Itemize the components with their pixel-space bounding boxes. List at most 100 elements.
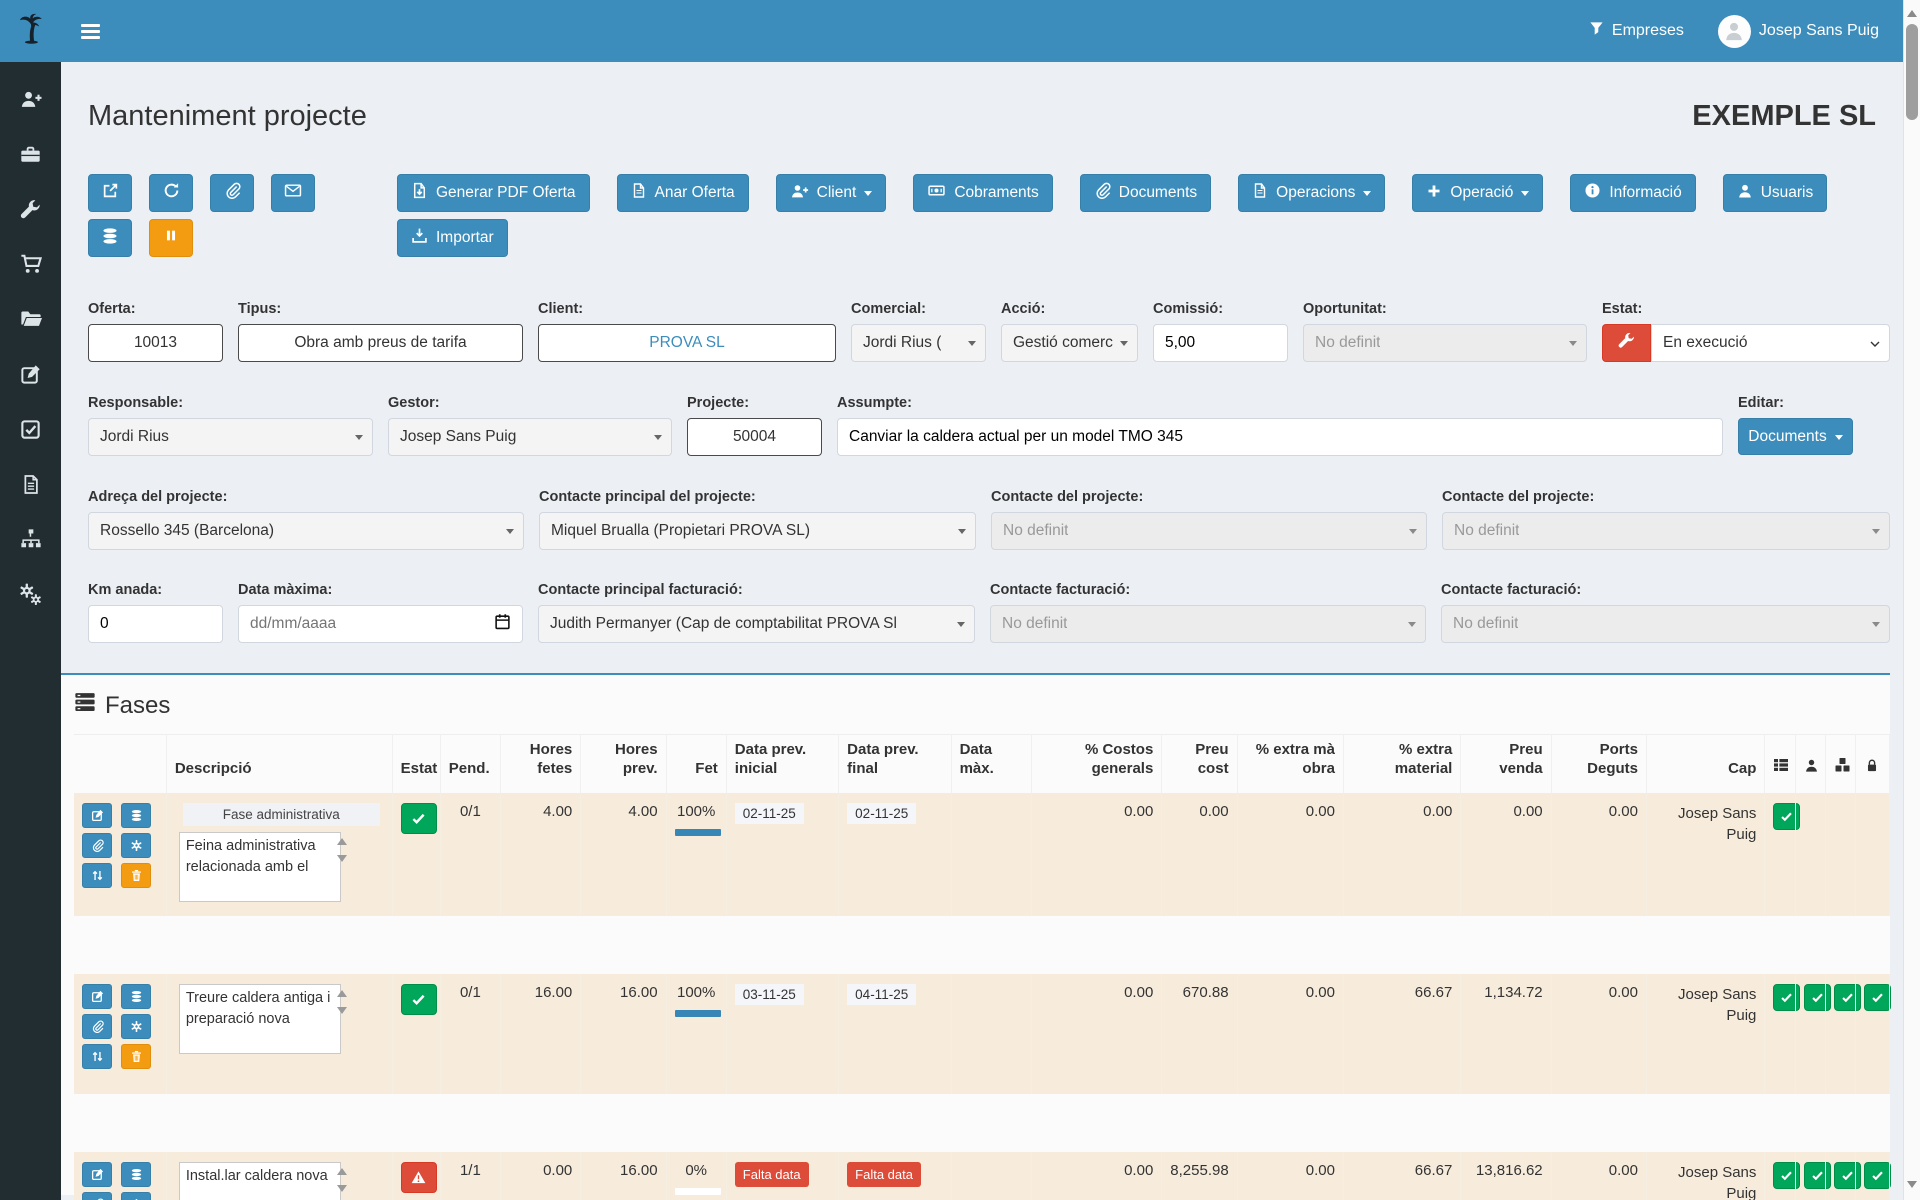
fase-description-textarea[interactable]: Instal.lar caldera nova bbox=[179, 1162, 341, 1200]
sidebar-item-feines[interactable] bbox=[0, 129, 61, 184]
projecte-field[interactable]: 50004 bbox=[687, 418, 822, 456]
contacte-principal-projecte-select[interactable]: Miquel Brualla (Propietari PROVA SL) bbox=[539, 512, 976, 550]
adreca-select[interactable]: Rossello 345 (Barcelona) bbox=[88, 512, 524, 550]
comercial-select[interactable]: Jordi Rius ( bbox=[851, 324, 986, 362]
row-database-button[interactable] bbox=[121, 984, 151, 1009]
generar-pdf-oferta-button[interactable]: Generar PDF Oferta bbox=[397, 174, 590, 212]
attach-button[interactable] bbox=[210, 174, 254, 212]
documents-button[interactable]: Documents bbox=[1080, 174, 1211, 212]
assumpte-input[interactable] bbox=[837, 418, 1723, 456]
arrow-down-icon bbox=[337, 855, 347, 867]
row-attach-button[interactable] bbox=[82, 1014, 112, 1039]
app-logo[interactable] bbox=[0, 0, 61, 62]
km-anada-input[interactable] bbox=[88, 605, 223, 643]
sidebar-item-projectes[interactable] bbox=[0, 294, 61, 349]
estat-select[interactable]: En execució bbox=[1651, 324, 1890, 362]
vertical-scrollbar[interactable] bbox=[1903, 0, 1920, 1200]
row-delete-button[interactable] bbox=[121, 863, 151, 888]
share-button[interactable] bbox=[88, 174, 132, 212]
comissio-input[interactable] bbox=[1153, 324, 1288, 362]
stepper-arrows[interactable] bbox=[337, 1163, 347, 1197]
nova-operacio-dropdown-button[interactable]: Operació bbox=[1412, 174, 1543, 212]
arrow-up-icon bbox=[337, 1163, 347, 1175]
list-icon bbox=[74, 691, 96, 720]
falta-data-badge[interactable]: Falta data bbox=[847, 1162, 921, 1187]
gestor-select[interactable]: Josep Sans Puig bbox=[388, 418, 672, 456]
row-edit-button[interactable] bbox=[82, 803, 112, 828]
contacte-projecte-2-select[interactable]: No definit bbox=[1442, 512, 1890, 550]
row-settings-button[interactable] bbox=[121, 1192, 151, 1200]
informacio-button[interactable]: Informació bbox=[1570, 174, 1695, 212]
check-button[interactable] bbox=[1864, 1162, 1891, 1189]
sidebar-item-tasques[interactable] bbox=[0, 404, 61, 459]
estat-warning-button[interactable] bbox=[401, 1162, 437, 1193]
refresh-button[interactable] bbox=[149, 174, 193, 212]
row-attach-button[interactable] bbox=[82, 1192, 112, 1200]
scroll-up-arrow[interactable] bbox=[1907, 5, 1917, 17]
scrollbar-thumb[interactable] bbox=[1906, 24, 1918, 120]
database-button[interactable] bbox=[88, 219, 132, 257]
row-sort-button[interactable] bbox=[82, 863, 112, 888]
user-menu[interactable]: Josep Sans Puig bbox=[1718, 15, 1879, 48]
row-edit-button[interactable] bbox=[82, 1162, 112, 1187]
cobraments-button[interactable]: Cobraments bbox=[913, 174, 1052, 212]
fase-row-3: Instal.lar caldera nova 1/1 0.00 16.00 0… bbox=[74, 1152, 1890, 1200]
fase-description-textarea[interactable]: Feina administrativa relacionada amb el bbox=[179, 832, 341, 902]
row-settings-button[interactable] bbox=[121, 1014, 151, 1039]
operacions-dropdown-button[interactable]: Operacions bbox=[1238, 174, 1385, 212]
sidebar-item-organitzacio[interactable] bbox=[0, 514, 61, 569]
sidebar-item-configuracio[interactable] bbox=[0, 569, 61, 624]
estat-wrench-button[interactable] bbox=[1602, 324, 1651, 362]
folder-open-icon bbox=[20, 308, 42, 335]
row-sort-button[interactable] bbox=[82, 1044, 112, 1069]
sidebar-item-compres[interactable] bbox=[0, 239, 61, 294]
falta-data-badge[interactable]: Falta data bbox=[735, 1162, 809, 1187]
estat-ok-button[interactable] bbox=[401, 803, 437, 834]
data-final-chip[interactable]: 04-11-25 bbox=[847, 984, 916, 1005]
col-preu-cost: Preu cost bbox=[1162, 735, 1237, 793]
data-final-chip[interactable]: 02-11-25 bbox=[847, 803, 916, 824]
row-settings-button[interactable] bbox=[121, 833, 151, 858]
scroll-down-arrow[interactable] bbox=[1907, 1181, 1917, 1193]
col-costos-generals: % Costos generals bbox=[1031, 735, 1161, 793]
check-button[interactable] bbox=[1864, 984, 1891, 1011]
editar-documents-dropdown[interactable]: Documents bbox=[1738, 418, 1853, 455]
pause-button[interactable] bbox=[149, 219, 193, 257]
usuaris-button[interactable]: Usuaris bbox=[1723, 174, 1828, 212]
sidebar-item-documents[interactable] bbox=[0, 459, 61, 514]
row-database-button[interactable] bbox=[121, 803, 151, 828]
contacte-projecte-1-select[interactable]: No definit bbox=[991, 512, 1427, 550]
cap-value: Josep Sans Puig bbox=[1646, 974, 1764, 1094]
responsable-select[interactable]: Jordi Rius bbox=[88, 418, 373, 456]
row-delete-button[interactable] bbox=[121, 1044, 151, 1069]
sidebar-item-eines[interactable] bbox=[0, 184, 61, 239]
empreses-menu[interactable]: Empreses bbox=[1589, 21, 1684, 41]
client-dropdown-button[interactable]: Client bbox=[776, 174, 887, 212]
email-button[interactable] bbox=[271, 174, 315, 212]
stepper-arrows[interactable] bbox=[337, 985, 347, 1019]
stepper-arrows[interactable] bbox=[337, 833, 347, 867]
importar-button[interactable]: Importar bbox=[397, 219, 508, 257]
pend-value: 1/1 bbox=[440, 1152, 500, 1200]
oferta-field[interactable]: 10013 bbox=[88, 324, 223, 362]
client-field[interactable]: PROVA SL bbox=[538, 324, 836, 362]
contacte-facturacio-1-select[interactable]: No definit bbox=[990, 605, 1426, 643]
data-inicial-chip[interactable]: 02-11-25 bbox=[735, 803, 804, 824]
fase-description-textarea[interactable]: Treure caldera antiga i preparació nova bbox=[179, 984, 341, 1054]
data-inicial-chip[interactable]: 03-11-25 bbox=[735, 984, 804, 1005]
calendar-icon[interactable] bbox=[494, 613, 511, 635]
row-database-button[interactable] bbox=[121, 1162, 151, 1187]
accio-select[interactable]: Gestió comercial bbox=[1001, 324, 1138, 362]
contacte-principal-facturacio-select[interactable]: Judith Permanyer (Cap de comptabilitat P… bbox=[538, 605, 975, 643]
tipus-field[interactable]: Obra amb preus de tarifa bbox=[238, 324, 523, 362]
anar-oferta-button[interactable]: Anar Oferta bbox=[617, 174, 749, 212]
data-maxima-input[interactable]: dd/mm/aaaa bbox=[238, 605, 523, 643]
contacte-facturacio-2-select[interactable]: No definit bbox=[1441, 605, 1890, 643]
sidebar-item-edicio[interactable] bbox=[0, 349, 61, 404]
row-attach-button[interactable] bbox=[82, 833, 112, 858]
oportunitat-select[interactable]: No definit bbox=[1303, 324, 1587, 362]
row-edit-button[interactable] bbox=[82, 984, 112, 1009]
sidebar-item-clients[interactable] bbox=[0, 74, 61, 129]
estat-ok-button[interactable] bbox=[401, 984, 437, 1015]
sidebar-toggle-button[interactable] bbox=[81, 24, 100, 39]
